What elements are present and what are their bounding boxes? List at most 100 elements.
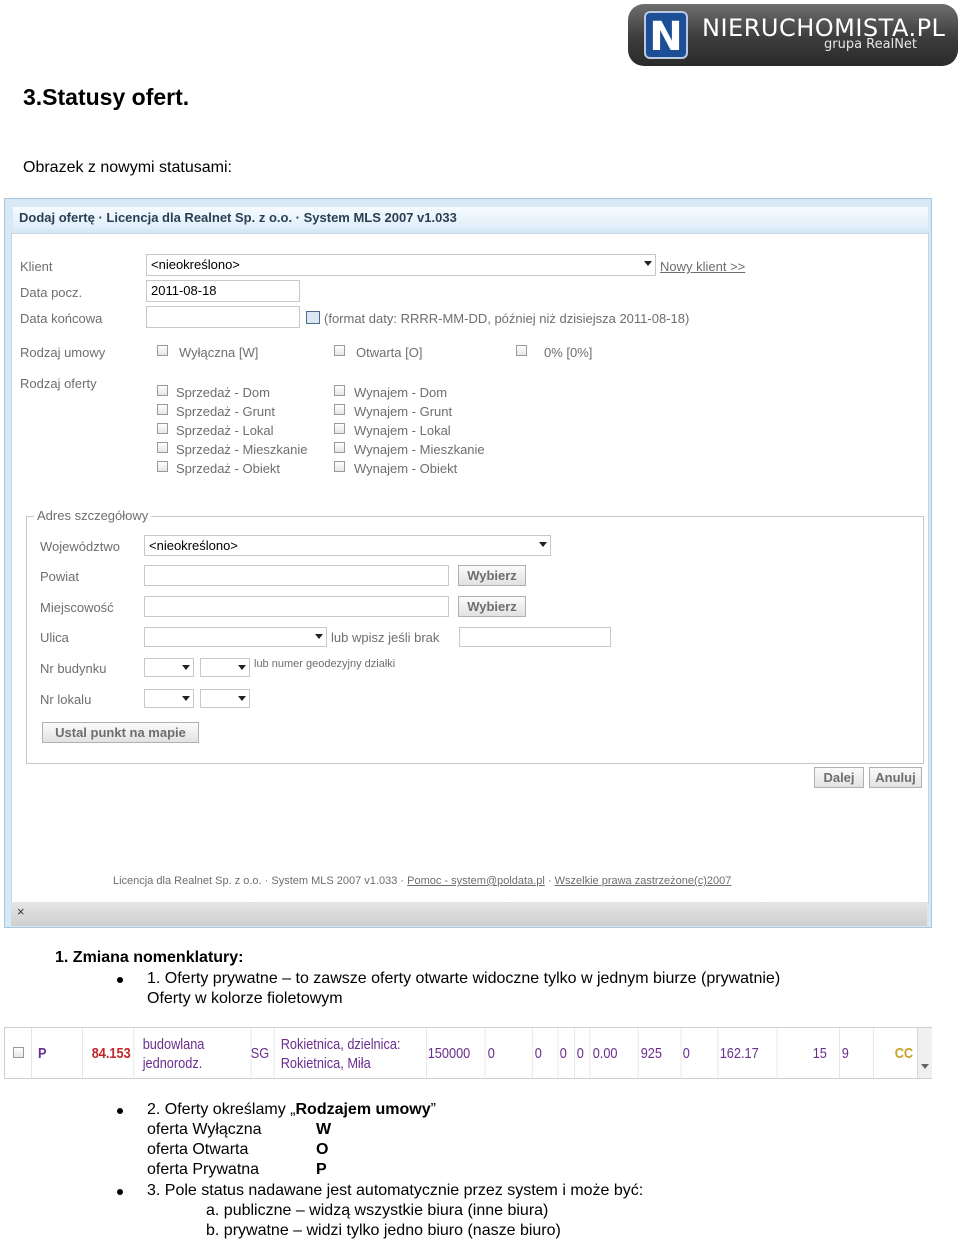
date-format-hint: (format daty: RRRR-MM-DD, później niż dz… bbox=[324, 311, 690, 326]
row-scrollbar[interactable] bbox=[917, 1028, 932, 1078]
checkbox-zero-percent[interactable] bbox=[516, 345, 527, 356]
miejscowosc-label: Miejscowość bbox=[40, 600, 114, 615]
end-date-input[interactable] bbox=[146, 306, 300, 328]
checkbox-sprzedaz-lokal[interactable] bbox=[157, 423, 168, 434]
bullet-1-line-1: 1. Oferty prywatne – to zawsze oferty ot… bbox=[147, 970, 781, 987]
row-value-6: 925 bbox=[639, 1028, 682, 1078]
bullet-3-sub-b: b. prywatne – widzi tylko jedno biuro (n… bbox=[206, 1222, 561, 1239]
sprzedaz-lokal-label: Sprzedaż - Lokal bbox=[176, 423, 274, 438]
status-code-w: W bbox=[316, 1121, 332, 1138]
sprzedaz-mieszkanie-label: Sprzedaż - Mieszkanie bbox=[176, 442, 308, 457]
row-number: 84.153 bbox=[90, 1028, 135, 1078]
logo-letter: N bbox=[644, 11, 688, 60]
powiat-label: Powiat bbox=[40, 569, 80, 584]
status-label-w: oferta Wyłączna bbox=[147, 1121, 262, 1138]
checkbox-sprzedaz-obiekt[interactable] bbox=[157, 461, 168, 472]
row-value-8: 162.17 bbox=[718, 1028, 778, 1078]
intro-text: Obrazek z nowymi statusami: bbox=[23, 159, 232, 176]
dialog-bottom-bar: × bbox=[11, 902, 927, 926]
sprzedaz-obiekt-label: Sprzedaż - Obiekt bbox=[176, 461, 281, 476]
powiat-input[interactable] bbox=[144, 565, 449, 586]
cancel-button[interactable]: Anuluj bbox=[869, 767, 922, 788]
umowa-zero-label: 0% [0%] bbox=[544, 345, 593, 360]
address-legend: Adres szczegółowy bbox=[34, 508, 152, 523]
checkbox-sprzedaz-mieszkanie[interactable] bbox=[157, 442, 168, 453]
help-link[interactable]: Pomoc - system@poldata.pl bbox=[407, 875, 545, 887]
wynajem-mieszkanie-label: Wynajem - Mieszkanie bbox=[354, 442, 485, 457]
row-status: P bbox=[32, 1028, 83, 1078]
rodzaj-umowy-label: Rodzaj umowy bbox=[20, 345, 106, 360]
nr-budynku-hint: lub numer geodezyjny działki bbox=[254, 658, 396, 670]
offer-row-example: P 84.153 budowlana jednorodz. SG Rokietni… bbox=[4, 1027, 932, 1079]
sprzedaz-grunt-label: Sprzedaż - Grunt bbox=[176, 404, 275, 419]
klient-label: Klient bbox=[20, 259, 53, 274]
row-region: SG bbox=[249, 1028, 275, 1078]
wojewodztwo-select[interactable]: <nieokreślono> bbox=[144, 535, 551, 556]
checkbox-wynajem-mieszkanie[interactable] bbox=[334, 442, 345, 453]
wojewodztwo-label: Województwo bbox=[40, 539, 120, 554]
chevron-down-icon bbox=[238, 696, 246, 701]
powiat-choose-button[interactable]: Wybierz bbox=[458, 565, 526, 586]
checkbox-wynajem-dom[interactable] bbox=[334, 385, 345, 396]
footer-text: Licencja dla Realnet Sp. z o.o. · System… bbox=[113, 875, 732, 887]
bullet-2-text: 2. Oferty określamy „Rodzajem umowy” bbox=[147, 1101, 436, 1118]
list-item-1: 1. Zmiana nomenklatury: bbox=[55, 949, 244, 966]
row-value-5: 0.00 bbox=[591, 1028, 639, 1078]
ulica-label: Ulica bbox=[40, 630, 69, 645]
row-location: Rokietnica, dzielnica: Rokietnica, Miła bbox=[279, 1028, 427, 1078]
company-logo: N NIERUCHOMISTA.PL grupa RealNet bbox=[628, 4, 958, 66]
add-offer-dialog: Dodaj ofertę · Licencja dla Realnet Sp. … bbox=[4, 198, 932, 928]
nr-lokalu-label: Nr lokalu bbox=[40, 692, 92, 707]
miejscowosc-input[interactable] bbox=[144, 596, 449, 617]
dialog-title: Dodaj ofertę · Licencja dla Realnet Sp. … bbox=[13, 207, 928, 229]
bullet-3-sub-a: a. publiczne – widzą wszystkie biura (in… bbox=[206, 1202, 549, 1219]
status-label-p: oferta Prywatna bbox=[147, 1161, 260, 1178]
chevron-down-icon bbox=[644, 261, 652, 266]
klient-select[interactable]: <nieokreślono> bbox=[146, 254, 656, 276]
checkbox-sprzedaz-grunt[interactable] bbox=[157, 404, 168, 415]
nr-lokalu-select[interactable] bbox=[144, 689, 194, 708]
checkbox-wynajem-grunt[interactable] bbox=[334, 404, 345, 415]
page-title: 3.Statusy ofert. bbox=[23, 84, 190, 110]
row-value-2: 0 bbox=[533, 1028, 559, 1078]
chevron-down-icon bbox=[921, 1064, 929, 1069]
calendar-icon[interactable] bbox=[306, 311, 320, 324]
data-konc-label: Data końcowa bbox=[20, 311, 103, 326]
checkbox-wynajem-lokal[interactable] bbox=[334, 423, 345, 434]
copyright-link[interactable]: Wszelkie prawa zastrzeżone(c)2007 bbox=[555, 875, 732, 887]
set-map-point-button[interactable]: Ustal punkt na mapie bbox=[42, 722, 199, 743]
sprzedaz-dom-label: Sprzedaż - Dom bbox=[176, 385, 270, 400]
ulica-manual-input[interactable] bbox=[459, 627, 611, 647]
dialog-body: Klient <nieokreślono> Nowy klient >> Dat… bbox=[11, 233, 929, 903]
row-type: budowlana jednorodz. bbox=[141, 1028, 252, 1078]
nr-budynku-letter-select[interactable] bbox=[200, 658, 250, 677]
checkbox-otwarta[interactable] bbox=[334, 345, 345, 356]
close-icon[interactable]: × bbox=[17, 904, 25, 919]
checkbox-sprzedaz-dom[interactable] bbox=[157, 385, 168, 396]
start-date-input[interactable]: 2011-08-18 bbox=[146, 280, 300, 302]
nr-lokalu-letter-select[interactable] bbox=[200, 689, 250, 708]
status-code-p: P bbox=[316, 1161, 327, 1178]
checkbox-wylaczna[interactable] bbox=[157, 345, 168, 356]
row-value-9: 15 bbox=[811, 1028, 840, 1078]
miejscowosc-choose-button[interactable]: Wybierz bbox=[458, 596, 526, 617]
bullet-3-text: 3. Pole status nadawane jest automatyczn… bbox=[147, 1182, 644, 1199]
row-value-7: 0 bbox=[681, 1028, 719, 1078]
row-value-10: 9 bbox=[840, 1028, 874, 1078]
row-tail: CC bbox=[894, 1045, 914, 1062]
new-client-link[interactable]: Nowy klient >> bbox=[660, 259, 745, 274]
row-value-1: 0 bbox=[486, 1028, 533, 1078]
bullet-1-line-2: Oferty w kolorze fioletowym bbox=[147, 990, 343, 1007]
row-checkbox[interactable] bbox=[13, 1047, 24, 1058]
chevron-down-icon bbox=[238, 665, 246, 670]
bullet-icon bbox=[117, 977, 123, 983]
row-value-4: 0 bbox=[575, 1028, 591, 1078]
ulica-select[interactable] bbox=[144, 627, 327, 647]
chevron-down-icon bbox=[315, 634, 323, 639]
chevron-down-icon bbox=[182, 696, 190, 701]
nr-budynku-select[interactable] bbox=[144, 658, 194, 677]
next-button[interactable]: Dalej bbox=[814, 767, 864, 788]
checkbox-wynajem-obiekt[interactable] bbox=[334, 461, 345, 472]
wynajem-dom-label: Wynajem - Dom bbox=[354, 385, 448, 400]
logo-subtitle: grupa RealNet bbox=[824, 37, 918, 52]
